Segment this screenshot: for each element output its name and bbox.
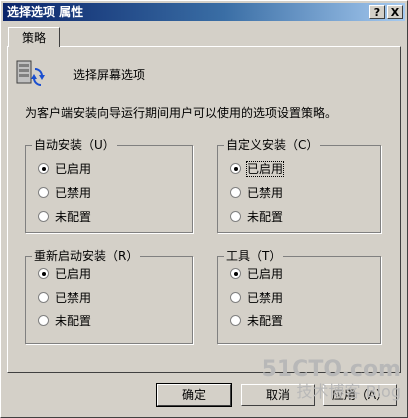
radio-restart-disabled[interactable]: 已禁用: [38, 290, 91, 306]
radio-label: 已启用: [245, 161, 285, 177]
radio-label: 未配置: [247, 314, 284, 328]
window-title: 选择选项 属性: [7, 5, 84, 19]
properties-dialog: 选择选项 属性 ? X 策略 选择屏幕选项 为客户端安装向导运行期间用户可以使用…: [0, 0, 408, 418]
radio-button[interactable]: [230, 163, 241, 174]
policy-name: 选择屏幕选项: [73, 68, 146, 82]
radio-auto-disabled[interactable]: 已禁用: [38, 185, 91, 201]
radio-label: 已启用: [55, 162, 92, 176]
group-legend: 重新启动安装（R）: [32, 249, 141, 263]
ok-button[interactable]: 确定: [156, 383, 232, 407]
help-button[interactable]: ?: [369, 5, 385, 19]
radio-button[interactable]: [38, 187, 49, 198]
radio-button[interactable]: [38, 163, 49, 174]
radio-auto-enabled[interactable]: 已启用: [38, 161, 91, 177]
group-legend: 工具（T）: [224, 249, 284, 263]
radio-button[interactable]: [38, 211, 49, 222]
radio-label: 已启用: [247, 267, 284, 281]
policy-icon: [16, 60, 45, 86]
group-auto-install: 自动安装（U） 已启用 已禁用 未配置: [25, 138, 193, 233]
tab-policy[interactable]: 策略: [8, 27, 60, 47]
close-button[interactable]: X: [387, 5, 403, 19]
radio-button[interactable]: [230, 268, 241, 279]
radio-button[interactable]: [230, 292, 241, 303]
radio-auto-notconfigured[interactable]: 未配置: [38, 209, 91, 225]
group-custom-install: 自定义安装（C） 已启用 已禁用 未配置: [217, 138, 381, 233]
radio-label: 未配置: [55, 314, 92, 328]
radio-tools-notconfigured[interactable]: 未配置: [230, 313, 283, 329]
radio-label: 未配置: [55, 210, 92, 224]
radio-tools-enabled[interactable]: 已启用: [230, 266, 283, 282]
radio-button[interactable]: [230, 187, 241, 198]
radio-custom-notconfigured[interactable]: 未配置: [230, 209, 283, 225]
radio-button[interactable]: [230, 211, 241, 222]
radio-label: 已禁用: [55, 291, 92, 305]
group-legend: 自动安装（U）: [32, 138, 117, 152]
group-restart-install: 重新启动安装（R） 已启用 已禁用 未配置: [25, 249, 193, 344]
radio-label: 已启用: [55, 267, 92, 281]
group-legend: 自定义安装（C）: [224, 138, 321, 152]
group-tools: 工具（T） 已启用 已禁用 未配置: [217, 249, 381, 344]
radio-label: 已禁用: [247, 186, 284, 200]
title-bar[interactable]: 选择选项 属性 ? X: [3, 3, 405, 21]
watermark: 51CTO.com 技术博客 Blog: [262, 357, 401, 402]
radio-label: 未配置: [247, 210, 284, 224]
radio-label: 已禁用: [247, 291, 284, 305]
radio-restart-notconfigured[interactable]: 未配置: [38, 313, 91, 329]
radio-label: 已禁用: [55, 186, 92, 200]
radio-custom-disabled[interactable]: 已禁用: [230, 185, 283, 201]
radio-custom-enabled[interactable]: 已启用: [230, 161, 285, 177]
radio-restart-enabled[interactable]: 已启用: [38, 266, 91, 282]
radio-button[interactable]: [38, 268, 49, 279]
radio-tools-disabled[interactable]: 已禁用: [230, 290, 283, 306]
radio-button[interactable]: [38, 292, 49, 303]
policy-description: 为客户端安装向导运行期间用户可以使用的选项设置策略。: [25, 106, 338, 120]
radio-button[interactable]: [230, 315, 241, 326]
radio-button[interactable]: [38, 315, 49, 326]
